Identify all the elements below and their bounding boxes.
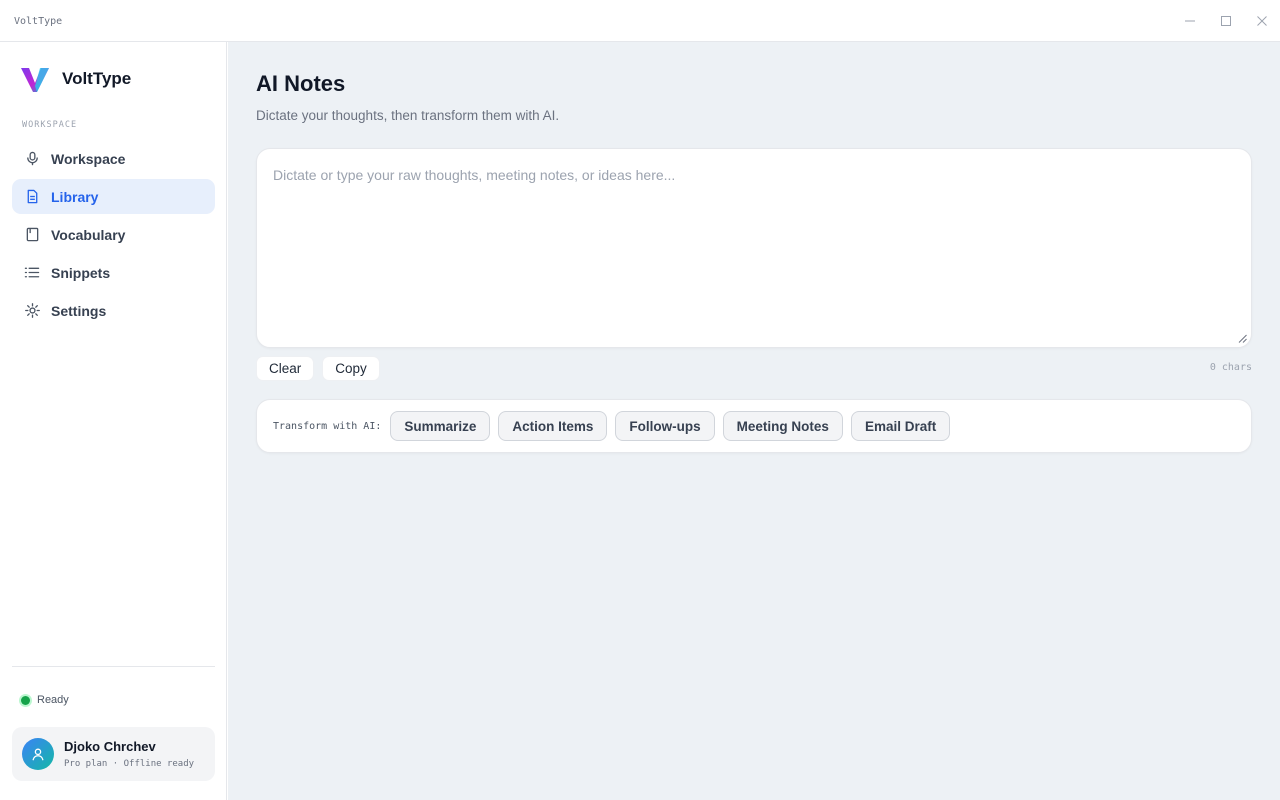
window-controls — [1172, 0, 1280, 42]
sidebar-item-label: Workspace — [51, 150, 126, 167]
notes-input[interactable] — [257, 149, 1251, 347]
sidebar-item-label: Snippets — [51, 264, 111, 281]
close-icon — [1257, 16, 1267, 26]
brand-name: VoltType — [62, 69, 132, 88]
user-name: Djoko Chrchev — [64, 739, 156, 754]
sidebar-divider — [12, 666, 215, 667]
summarize-button[interactable]: Summarize — [390, 411, 491, 441]
email-draft-button[interactable]: Email Draft — [850, 411, 951, 441]
maximize-icon — [1221, 16, 1231, 26]
user-info: Djoko Chrchev Pro plan · Offline ready — [64, 739, 194, 769]
sidebar-nav: Workspace Library Vocabulary Snippets Se… — [12, 141, 215, 331]
minimize-icon — [1185, 20, 1195, 22]
window-title: VoltType — [14, 16, 63, 27]
follow-ups-button[interactable]: Follow-ups — [615, 411, 715, 441]
status-text: Ready — [37, 694, 69, 706]
transform-bar: Transform with AI: Summarize Action Item… — [256, 399, 1252, 453]
resize-handle-icon[interactable] — [1238, 334, 1247, 343]
char-count: 0 chars — [1209, 362, 1252, 373]
brand: VoltType — [20, 64, 131, 94]
sidebar-item-library[interactable]: Library — [12, 179, 215, 214]
sidebar-item-label: Library — [51, 188, 99, 205]
user-card[interactable]: Djoko Chrchev Pro plan · Offline ready — [12, 727, 215, 781]
main-content: AI Notes Dictate your thoughts, then tra… — [228, 42, 1280, 800]
gear-icon — [24, 303, 40, 319]
user-icon — [32, 748, 44, 761]
document-icon — [24, 189, 40, 205]
maximize-button[interactable] — [1208, 0, 1244, 42]
clear-button[interactable]: Clear — [256, 356, 315, 381]
book-icon — [24, 227, 40, 243]
sidebar-item-settings[interactable]: Settings — [12, 293, 215, 328]
notes-editor — [256, 148, 1252, 348]
meeting-notes-button[interactable]: Meeting Notes — [722, 411, 843, 441]
transform-label: Transform with AI: — [273, 420, 382, 432]
volttype-logo-icon — [21, 68, 49, 92]
editor-actions: Clear Copy — [256, 356, 388, 381]
avatar — [22, 738, 54, 770]
sidebar-item-snippets[interactable]: Snippets — [12, 255, 215, 290]
status-indicator: Ready — [21, 694, 69, 706]
sidebar-item-vocabulary[interactable]: Vocabulary — [12, 217, 215, 252]
sidebar-item-label: Vocabulary — [51, 226, 126, 243]
title-bar: VoltType — [0, 0, 1280, 42]
sidebar: VoltType WORKSPACE Workspace Library Voc… — [0, 42, 227, 800]
status-dot-icon — [21, 695, 30, 705]
minimize-button[interactable] — [1172, 0, 1208, 42]
sidebar-item-workspace[interactable]: Workspace — [12, 141, 215, 176]
page-subtitle: Dictate your thoughts, then transform th… — [256, 108, 560, 123]
copy-button[interactable]: Copy — [322, 356, 380, 381]
close-button[interactable] — [1244, 0, 1280, 42]
user-plan: Pro plan · Offline ready — [64, 759, 195, 769]
action-items-button[interactable]: Action Items — [498, 411, 608, 441]
list-icon — [24, 265, 40, 281]
page-title: AI Notes — [256, 71, 346, 96]
sidebar-item-label: Settings — [51, 302, 107, 319]
section-label: WORKSPACE — [22, 120, 78, 130]
microphone-icon — [24, 151, 40, 167]
